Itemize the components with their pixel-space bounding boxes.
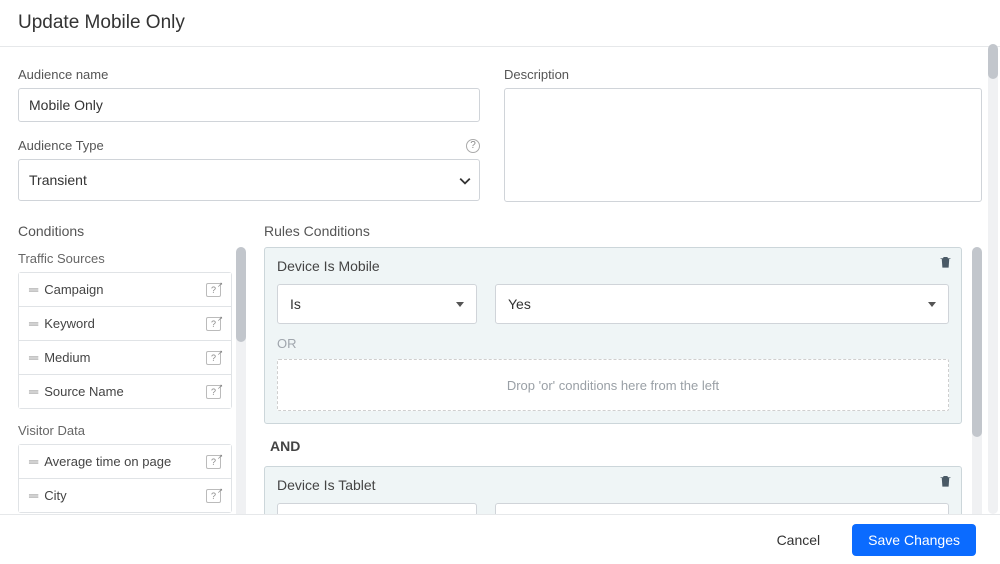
drag-icon: ═ bbox=[29, 350, 36, 365]
condition-item-label: Campaign bbox=[44, 282, 103, 297]
trash-icon[interactable] bbox=[938, 254, 953, 273]
condition-item-label: Source Name bbox=[44, 384, 123, 399]
condition-item[interactable]: ═ Medium? bbox=[19, 341, 231, 375]
caret-down-icon bbox=[456, 302, 464, 307]
scrollbar-thumb[interactable] bbox=[988, 44, 998, 79]
cancel-button[interactable]: Cancel bbox=[761, 524, 837, 556]
scrollbar-thumb[interactable] bbox=[236, 247, 246, 342]
audience-type-select[interactable]: Transient bbox=[18, 159, 480, 201]
page-header: Update Mobile Only bbox=[0, 0, 1000, 47]
and-label: AND bbox=[270, 438, 962, 454]
audience-name-label: Audience name bbox=[18, 67, 480, 82]
page-scrollbar[interactable] bbox=[988, 44, 998, 514]
drag-icon: ═ bbox=[29, 488, 36, 503]
condition-item[interactable]: ═ Source Name? bbox=[19, 375, 231, 408]
drag-icon: ═ bbox=[29, 282, 36, 297]
info-icon[interactable]: ? bbox=[206, 351, 221, 365]
audience-name-input[interactable] bbox=[18, 88, 480, 122]
description-label: Description bbox=[504, 67, 982, 82]
condition-item-label: Keyword bbox=[44, 316, 95, 331]
condition-item-label: City bbox=[44, 488, 66, 503]
rule-value-select[interactable]: Yes bbox=[495, 284, 949, 324]
or-drop-zone[interactable]: Drop 'or' conditions here from the left bbox=[277, 359, 949, 411]
conditions-scrollbar[interactable] bbox=[236, 247, 246, 523]
rule-comparator-select[interactable]: Is bbox=[277, 284, 477, 324]
drag-icon: ═ bbox=[29, 384, 36, 399]
page-body: Audience name Audience Type ? Transient … bbox=[0, 47, 1000, 517]
condition-item-label: Medium bbox=[44, 350, 90, 365]
drag-icon: ═ bbox=[29, 316, 36, 331]
scrollbar-thumb[interactable] bbox=[972, 247, 982, 437]
condition-item[interactable]: ═ Campaign? bbox=[19, 273, 231, 307]
info-icon[interactable]: ? bbox=[206, 455, 221, 469]
audience-type-label: Audience Type ? bbox=[18, 138, 480, 153]
condition-group-label: Visitor Data bbox=[18, 423, 232, 438]
condition-list: ═ Campaign? ═ Keyword? ═ Medium? ═ Source Name? bbox=[18, 272, 232, 409]
help-icon[interactable]: ? bbox=[466, 139, 480, 153]
condition-item[interactable]: ═ Average time on page? bbox=[19, 445, 231, 479]
condition-item[interactable]: ═ City? bbox=[19, 479, 231, 512]
rule-title: Device Is Mobile bbox=[277, 258, 949, 274]
page-title: Update Mobile Only bbox=[18, 12, 982, 34]
footer: Cancel Save Changes bbox=[0, 514, 1000, 564]
condition-list: ═ Average time on page? ═ City? bbox=[18, 444, 232, 513]
caret-down-icon bbox=[928, 302, 936, 307]
info-icon[interactable]: ? bbox=[206, 385, 221, 399]
condition-item-label: Average time on page bbox=[44, 454, 171, 469]
drag-icon: ═ bbox=[29, 454, 36, 469]
conditions-title: Conditions bbox=[18, 223, 246, 239]
save-button[interactable]: Save Changes bbox=[852, 524, 976, 556]
description-textarea[interactable] bbox=[504, 88, 982, 202]
info-icon[interactable]: ? bbox=[206, 489, 221, 503]
or-label: OR bbox=[277, 336, 949, 351]
rule-title: Device Is Tablet bbox=[277, 477, 949, 493]
rules-title: Rules Conditions bbox=[264, 223, 982, 239]
condition-group-label: Traffic Sources bbox=[18, 251, 232, 266]
rule-block: Device Is Mobile Is Yes OR Drop 'or' conditi… bbox=[264, 247, 962, 424]
trash-icon[interactable] bbox=[938, 473, 953, 492]
rules-scrollbar[interactable] bbox=[972, 247, 982, 523]
condition-item[interactable]: ═ Keyword? bbox=[19, 307, 231, 341]
chevron-down-icon bbox=[459, 175, 469, 185]
info-icon[interactable]: ? bbox=[206, 317, 221, 331]
info-icon[interactable]: ? bbox=[206, 283, 221, 297]
